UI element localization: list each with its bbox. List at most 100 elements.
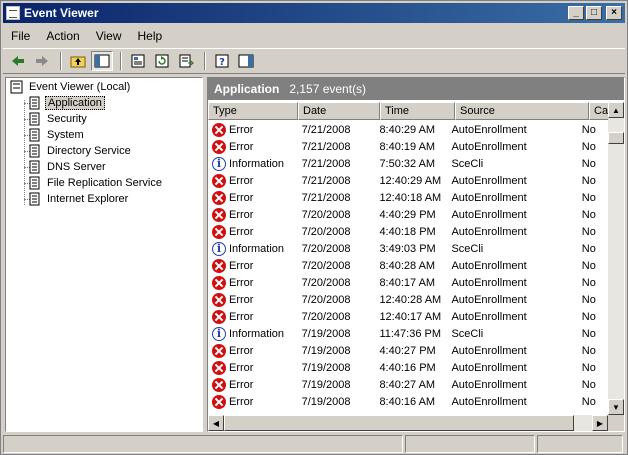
table-row[interactable]: Error 7/20/2008 4:40:18 PM AutoEnrollment No: [208, 223, 608, 240]
error-icon: [212, 360, 226, 375]
menu-action[interactable]: Action: [38, 29, 87, 43]
menu-help[interactable]: Help: [130, 29, 171, 43]
table-row[interactable]: Information 7/21/2008 7:50:32 AM SceCli No: [208, 155, 608, 172]
minimize-button[interactable]: _: [568, 6, 584, 20]
cell-source: AutoEnrollment: [451, 310, 527, 323]
cell-category: No: [581, 191, 596, 204]
tree-item-directory-service[interactable]: Directory Service: [28, 143, 133, 159]
tree-item-file-replication-service[interactable]: File Replication Service: [28, 175, 164, 191]
horizontal-scrollbar[interactable]: ◀ ▶: [208, 415, 608, 431]
type-text: Error: [229, 225, 254, 238]
forward-icon[interactable]: [31, 51, 53, 71]
table-row[interactable]: Error 7/19/2008 8:40:27 AM AutoEnrollment No: [208, 376, 608, 393]
refresh-icon[interactable]: [151, 51, 173, 71]
table-row[interactable]: Information 7/20/2008 3:49:03 PM SceCli No: [208, 240, 608, 257]
tree-item-label: File Replication Service: [47, 177, 162, 189]
cell-type: Error: [208, 360, 296, 375]
cell-time: 8:40:28 AM: [379, 259, 436, 272]
menu-bar: File Action View Help: [3, 26, 625, 46]
error-icon: [212, 224, 226, 239]
toolbar-separator: [60, 52, 62, 70]
cell-date: 7/21/2008: [301, 174, 351, 187]
tree-item-application[interactable]: Application: [28, 95, 105, 111]
cell-time: 8:40:16 AM: [379, 395, 436, 408]
cell-category: No: [581, 157, 596, 170]
cell-type: Error: [208, 394, 296, 409]
column-header-source[interactable]: Source: [455, 102, 589, 120]
tree-item-system[interactable]: System: [28, 127, 86, 143]
cell-type: Error: [208, 343, 296, 358]
tree-item-security[interactable]: Security: [28, 111, 89, 127]
table-row[interactable]: Error 7/21/2008 12:40:18 AM AutoEnrollment N…: [208, 189, 608, 206]
menu-view[interactable]: View: [88, 29, 130, 43]
information-icon: [212, 326, 226, 341]
cell-category: No: [581, 225, 596, 238]
table-row[interactable]: Error 7/20/2008 12:40:17 AM AutoEnrollment N…: [208, 308, 608, 325]
status-segment: [537, 435, 623, 453]
table-row[interactable]: Error 7/21/2008 8:40:19 AM AutoEnrollment No: [208, 138, 608, 155]
status-bar: [3, 435, 625, 453]
cell-time: 3:49:03 PM: [379, 242, 436, 255]
maximize-button[interactable]: □: [586, 6, 602, 20]
column-header-category[interactable]: Ca: [589, 102, 608, 120]
scroll-right-button[interactable]: ▶: [592, 415, 608, 431]
table-row[interactable]: Information 7/19/2008 11:47:36 PM SceCli No: [208, 325, 608, 342]
event-rows: Error 7/21/2008 8:40:29 AM AutoEnrollment No…: [208, 121, 608, 410]
toolbar-separator: [120, 52, 122, 70]
scroll-down-button[interactable]: ▼: [608, 399, 624, 415]
table-row[interactable]: Error 7/19/2008 4:40:27 PM AutoEnrollment No: [208, 342, 608, 359]
error-icon: [212, 139, 226, 154]
table-row[interactable]: Error 7/21/2008 8:40:29 AM AutoEnrollment No: [208, 121, 608, 138]
action-pane-icon[interactable]: [235, 51, 257, 71]
error-icon: [212, 190, 226, 205]
error-icon: [212, 258, 226, 273]
type-text: Information: [229, 242, 285, 255]
cell-time: 12:40:28 AM: [379, 293, 442, 306]
export-list-icon[interactable]: [175, 51, 197, 71]
cell-date: 7/19/2008: [301, 327, 351, 340]
menu-file[interactable]: File: [3, 29, 38, 43]
scroll-up-button[interactable]: ▲: [608, 102, 624, 118]
properties-icon[interactable]: [127, 51, 149, 71]
scroll-thumb[interactable]: [224, 415, 574, 431]
cell-type: Error: [208, 258, 296, 273]
tree-item-root[interactable]: Event Viewer (Local): [10, 79, 132, 95]
table-row[interactable]: Error 7/19/2008 4:40:16 PM AutoEnrollment No: [208, 359, 608, 376]
column-header-date[interactable]: Date: [298, 102, 380, 120]
cell-category: No: [581, 208, 596, 221]
tree-item-dns-server[interactable]: DNS Server: [28, 159, 108, 175]
table-row[interactable]: Error 7/20/2008 8:40:28 AM AutoEnrollment No: [208, 257, 608, 274]
type-text: Error: [229, 259, 254, 272]
log-icon: [29, 160, 40, 174]
title-bar[interactable]: Event Viewer _ □ ×: [3, 3, 625, 23]
table-row[interactable]: Error 7/19/2008 8:40:16 AM AutoEnrollment No: [208, 393, 608, 410]
help-icon[interactable]: ?: [211, 51, 233, 71]
tree-item-label: Security: [47, 113, 87, 125]
show-hide-tree-icon[interactable]: [91, 51, 113, 71]
cell-type: Error: [208, 207, 296, 222]
table-row[interactable]: Error 7/20/2008 4:40:29 PM AutoEnrollment No: [208, 206, 608, 223]
table-row[interactable]: Error 7/21/2008 12:40:29 AM AutoEnrollment N…: [208, 172, 608, 189]
cell-date: 7/21/2008: [301, 191, 351, 204]
cell-source: AutoEnrollment: [451, 208, 527, 221]
table-row[interactable]: Error 7/20/2008 8:40:17 AM AutoEnrollment No: [208, 274, 608, 291]
cell-source: AutoEnrollment: [451, 123, 527, 136]
back-icon[interactable]: [7, 51, 29, 71]
cell-category: No: [581, 242, 596, 255]
scroll-thumb[interactable]: [608, 132, 624, 144]
column-header-time[interactable]: Time: [380, 102, 455, 120]
cell-source: AutoEnrollment: [451, 259, 527, 272]
scroll-left-button[interactable]: ◀: [208, 415, 224, 431]
up-folder-icon[interactable]: [67, 51, 89, 71]
close-button[interactable]: ×: [606, 6, 622, 20]
cell-type: Error: [208, 224, 296, 239]
table-row[interactable]: Error 7/20/2008 12:40:28 AM AutoEnrollment N…: [208, 291, 608, 308]
log-icon: [29, 192, 40, 206]
cell-date: 7/20/2008: [301, 276, 351, 289]
tree-item-internet-explorer[interactable]: Internet Explorer: [28, 191, 130, 207]
log-icon: [29, 176, 40, 190]
cell-time: 4:40:18 PM: [379, 225, 436, 238]
column-header-type[interactable]: Type: [208, 102, 298, 120]
error-icon: [212, 394, 226, 409]
vertical-scrollbar[interactable]: ▲ ▼: [608, 102, 624, 415]
